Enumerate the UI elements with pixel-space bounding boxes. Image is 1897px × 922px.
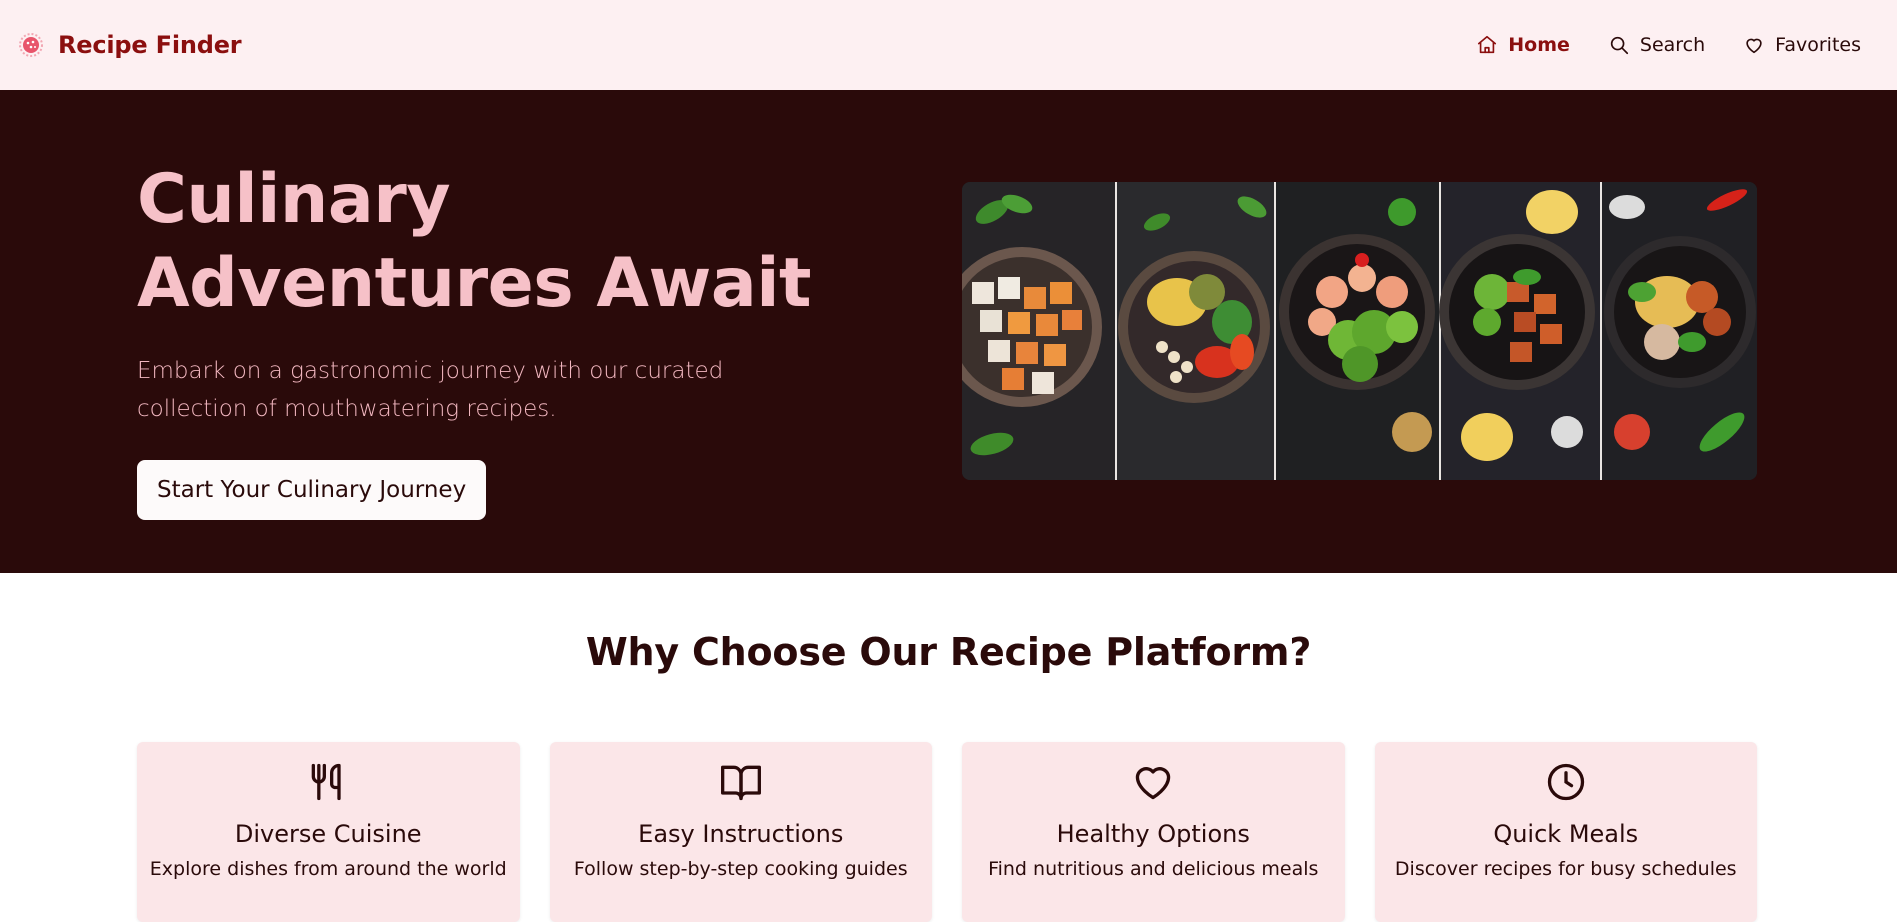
feature-cards: Diverse Cuisine Explore dishes from arou…: [137, 742, 1757, 922]
home-icon: [1478, 35, 1497, 54]
hero-subtitle: Embark on a gastronomic journey with our…: [137, 358, 724, 422]
nav-search[interactable]: Search: [1608, 34, 1705, 56]
brand-link[interactable]: Recipe Finder: [18, 31, 242, 59]
brand-title: Recipe Finder: [58, 31, 242, 59]
hero-food-image: [962, 182, 1757, 480]
nav-favorites-label: Favorites: [1775, 34, 1861, 56]
hero-text: Culinary Adventures Await Embark on a ga…: [137, 158, 857, 520]
card-description: Discover recipes for busy schedules: [1394, 858, 1737, 880]
feature-card-diverse-cuisine: Diverse Cuisine Explore dishes from arou…: [137, 742, 520, 922]
feature-card-quick-meals: Quick Meals Discover recipes for busy sc…: [1374, 742, 1757, 922]
nav-home-label: Home: [1508, 34, 1570, 56]
navbar: Recipe Finder Home Search Favorites: [0, 0, 1897, 90]
book-open-icon: [720, 765, 761, 801]
food-collage-illustration: [962, 182, 1757, 480]
nav-home[interactable]: Home: [1476, 34, 1570, 56]
hero-title: Culinary Adventures Await: [137, 160, 812, 323]
card-title: Easy Instructions: [638, 820, 844, 848]
clock-icon: [1547, 763, 1584, 801]
nav-favorites[interactable]: Favorites: [1743, 34, 1861, 56]
card-title: Diverse Cuisine: [234, 820, 422, 848]
feature-card-healthy-options: Healthy Options Find nutritious and deli…: [962, 742, 1345, 922]
card-title: Healthy Options: [1056, 820, 1250, 848]
nav-links: Home Search Favorites: [1476, 34, 1861, 56]
heart-icon: [1746, 38, 1762, 54]
card-description: Follow step-by-step cooking guides: [573, 858, 908, 880]
utensils-icon: [311, 763, 341, 801]
start-journey-button[interactable]: Start Your Culinary Journey: [137, 460, 487, 520]
feature-card-easy-instructions: Easy Instructions Follow step-by-step co…: [549, 742, 932, 922]
card-description: Explore dishes from around the world: [149, 858, 507, 880]
search-icon: [1610, 36, 1628, 55]
card-description: Find nutritious and delicious meals: [988, 858, 1319, 880]
heart-icon: [1136, 767, 1171, 800]
nav-search-label: Search: [1639, 34, 1706, 56]
features-title: Why Choose Our Recipe Platform?: [585, 630, 1312, 674]
hero-section: Culinary Adventures Await Embark on a ga…: [0, 90, 1897, 573]
card-title: Quick Meals: [1493, 820, 1639, 848]
recipe-logo-icon: [19, 33, 43, 57]
